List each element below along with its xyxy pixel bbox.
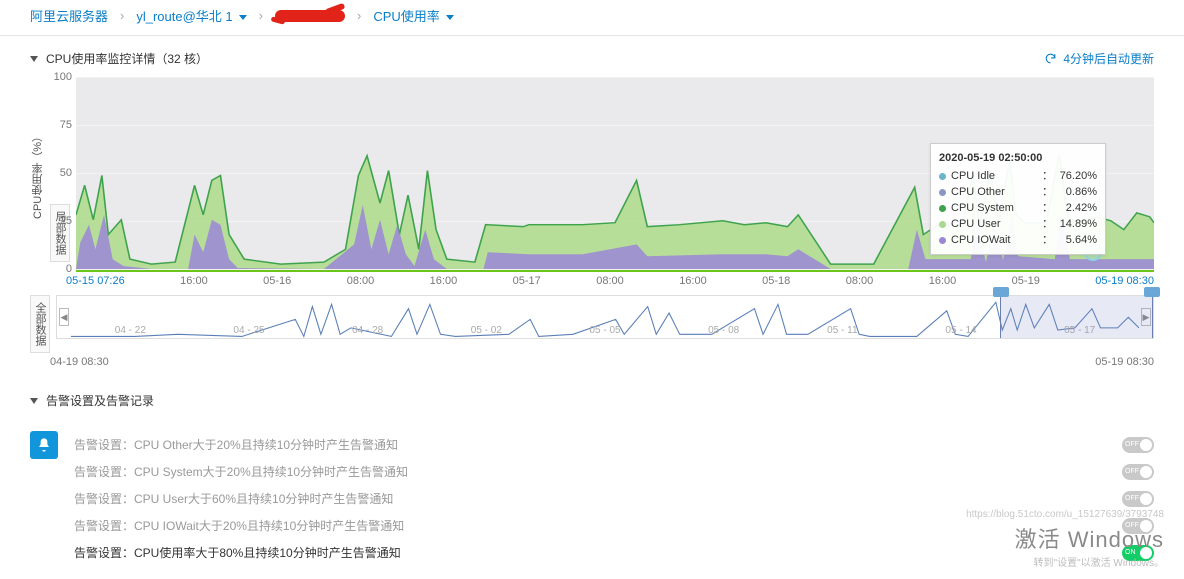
x-tick: 16:00	[679, 275, 707, 287]
y-tick: 0	[66, 263, 72, 275]
x-tick: 16:00	[180, 275, 208, 287]
collapse-icon[interactable]	[30, 398, 38, 404]
x-tick: 08:00	[347, 275, 375, 287]
crumb-metric[interactable]: CPU使用率	[373, 6, 453, 25]
tooltip-series-name: CPU Other	[951, 184, 1042, 200]
refresh-label: 4分钟后自动更新	[1063, 50, 1154, 67]
x-tick: 05-15 07:26	[66, 275, 125, 287]
x-tick: 08:00	[596, 275, 624, 287]
overview-x-start: 04-19 08:30	[50, 356, 109, 368]
overview-handle-right[interactable]	[1144, 287, 1160, 297]
tooltip-series-value: 76.20%	[1053, 168, 1097, 184]
overview-tick: 04 - 25	[233, 325, 264, 336]
collapse-icon[interactable]	[30, 56, 38, 62]
alert-row: 告警设置：CPU IOWait大于20%且持续10分钟时产生告警通知 OFF	[74, 512, 1154, 539]
alert-text: 告警设置：CPU Other大于20%且持续10分钟时产生告警通知	[74, 436, 398, 453]
y-tick: 50	[60, 167, 72, 179]
alert-text: 告警设置：CPU System大于20%且持续10分钟时产生告警通知	[74, 463, 408, 480]
alert-row: 告警设置：CPU User大于60%且持续10分钟时产生告警通知 OFF	[74, 485, 1154, 512]
y-tick: 75	[60, 119, 72, 131]
overview-selection[interactable]	[1000, 296, 1153, 338]
tooltip-row: CPU IOWait ： 5.64%	[939, 232, 1097, 248]
x-tick: 05-19 08:30	[1095, 275, 1154, 287]
tooltip-series-value: 14.89%	[1053, 216, 1097, 232]
x-tick: 16:00	[430, 275, 458, 287]
overview-tick: 04 - 28	[352, 325, 383, 336]
tooltip-row: CPU User ： 14.89%	[939, 216, 1097, 232]
refresh-button[interactable]: 4分钟后自动更新	[1044, 50, 1154, 67]
overview-x-axis: 04-19 08:30 05-19 08:30	[50, 356, 1154, 368]
alert-toggle[interactable]: OFF	[1122, 491, 1154, 507]
y-tick: 25	[60, 215, 72, 227]
overview-tick: 05 - 14	[945, 325, 976, 336]
chart-plot-area[interactable]: 0255075100 2020-05-19 02:50:00 CPU Idle …	[76, 77, 1154, 272]
x-tick: 16:00	[929, 275, 957, 287]
tooltip-series-value: 0.86%	[1053, 184, 1097, 200]
y-axis: 0255075100	[48, 77, 74, 269]
crumb-sep-icon: ›	[357, 8, 361, 23]
legend-dot-icon	[939, 237, 946, 244]
overview-x-end: 05-19 08:30	[1095, 356, 1154, 368]
side-label-all: 全部数据	[30, 295, 50, 353]
crumb-instance[interactable]: yl_route@华北 1	[136, 6, 246, 25]
overview-prev-button[interactable]: ◀	[59, 308, 69, 326]
crumb-sep-icon: ›	[259, 8, 263, 23]
alert-text: 告警设置：CPU使用率大于80%且持续10分钟时产生告警通知	[74, 544, 401, 561]
tooltip-series-value: 2.42%	[1053, 200, 1097, 216]
alert-row: 告警设置：CPU System大于20%且持续10分钟时产生告警通知 OFF	[74, 458, 1154, 485]
alert-toggle[interactable]: OFF	[1122, 464, 1154, 480]
tooltip-row: CPU Other ： 0.86%	[939, 184, 1097, 200]
alert-toggle[interactable]: OFF	[1122, 437, 1154, 453]
breadcrumb: 阿里云服务器 › yl_route@华北 1 › › CPU使用率	[0, 0, 1184, 36]
overview-tick: 05 - 11	[827, 325, 857, 336]
tooltip-row: CPU Idle ： 76.20%	[939, 168, 1097, 184]
alerts-section: 告警设置及告警记录 告警设置：CPU Other大于20%且持续10分钟时产生告…	[0, 368, 1184, 576]
overview-tick: 05 - 05	[589, 325, 620, 336]
overview-handle-left[interactable]	[993, 287, 1009, 297]
tooltip-series-name: CPU Idle	[951, 168, 1042, 184]
tooltip-time: 2020-05-19 02:50:00	[939, 150, 1097, 166]
tooltip-series-name: CPU System	[951, 200, 1042, 216]
refresh-icon	[1044, 52, 1057, 65]
x-tick: 05-16	[263, 275, 291, 287]
main-chart: CPU使用率（%） 局部数据 0255075100 2020-05-19 02:…	[0, 77, 1184, 295]
x-tick: 05-19	[1012, 275, 1040, 287]
y-tick: 100	[54, 71, 72, 83]
bell-icon	[30, 431, 58, 459]
alerts-title: 告警设置及告警记录	[46, 392, 154, 409]
tooltip-series-value: 5.64%	[1053, 232, 1097, 248]
panel-title: CPU使用率监控详情（32 核）	[46, 50, 208, 67]
legend-dot-icon	[939, 189, 946, 196]
tooltip-series-name: CPU IOWait	[951, 232, 1042, 248]
y-axis-label: CPU使用率（%）	[30, 77, 50, 272]
alerts-list: 告警设置：CPU Other大于20%且持续10分钟时产生告警通知 OFF告警设…	[30, 431, 1154, 566]
crumb-cloud-server[interactable]: 阿里云服务器	[30, 6, 108, 25]
crumb-sep-icon: ›	[120, 8, 124, 23]
alert-row: 告警设置：CPU Other大于20%且持续10分钟时产生告警通知 OFF	[74, 431, 1154, 458]
alert-text: 告警设置：CPU IOWait大于20%且持续10分钟时产生告警通知	[74, 517, 404, 534]
tooltip-row: CPU System ： 2.42%	[939, 200, 1097, 216]
redacted-mark	[275, 10, 345, 22]
alert-toggle[interactable]: ON	[1122, 545, 1154, 561]
overview-tick: 04 - 22	[115, 325, 146, 336]
alert-row: 告警设置：CPU使用率大于80%且持续10分钟时产生告警通知 ON	[74, 539, 1154, 566]
chart-tooltip: 2020-05-19 02:50:00 CPU Idle ： 76.20% CP…	[930, 143, 1106, 255]
alert-text: 告警设置：CPU User大于60%且持续10分钟时产生告警通知	[74, 490, 393, 507]
overview-plot[interactable]: ◀ ▶ 04 - 2204 - 2504 - 2805 - 0205 - 050…	[56, 295, 1154, 339]
alert-toggle[interactable]: OFF	[1122, 518, 1154, 534]
x-axis: 05-15 07:26 16:00 05-16 08:00 16:00 05-17 08:0…	[66, 275, 1154, 287]
overview-tick: 05 - 02	[471, 325, 502, 336]
x-tick: 08:00	[846, 275, 874, 287]
x-tick: 05-17	[513, 275, 541, 287]
x-tick: 05-18	[762, 275, 790, 287]
panel-header: CPU使用率监控详情（32 核） 4分钟后自动更新	[0, 36, 1184, 77]
overview-tick: 05 - 08	[708, 325, 739, 336]
legend-dot-icon	[939, 173, 946, 180]
legend-dot-icon	[939, 205, 946, 212]
tooltip-series-name: CPU User	[951, 216, 1042, 232]
legend-dot-icon	[939, 221, 946, 228]
overview-chart: 全部数据 ◀ ▶ 04 - 2204 - 2504 - 2805 - 0205 …	[0, 295, 1184, 353]
